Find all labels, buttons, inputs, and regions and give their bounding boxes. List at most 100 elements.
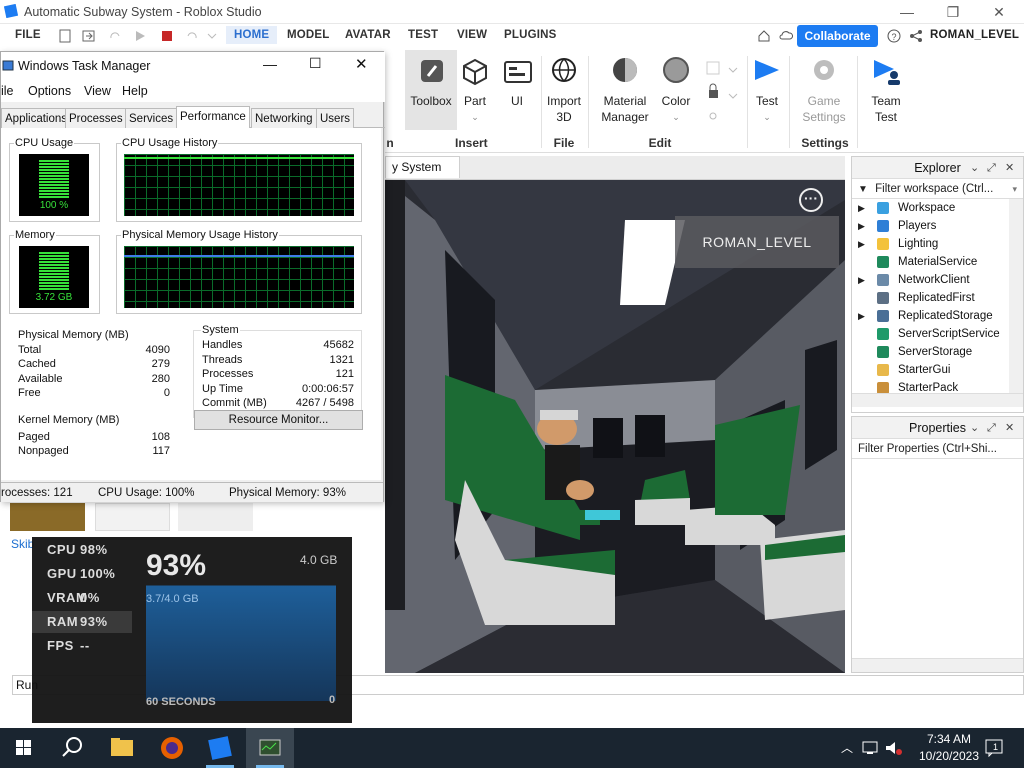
tab-processes[interactable]: Processes [65, 108, 127, 128]
toolbox-thumbnail[interactable] [178, 503, 253, 531]
menu-file[interactable]: ile [1, 84, 14, 98]
properties-filter-input[interactable]: Filter Properties (Ctrl+Shi... [852, 439, 1023, 459]
network-icon[interactable] [862, 740, 880, 756]
menu-help[interactable]: Help [122, 84, 148, 98]
expand-arrow-icon[interactable]: ▶ [858, 235, 865, 253]
stat-label: Commit (MB) [202, 397, 267, 409]
help-icon[interactable]: ? [887, 29, 901, 43]
file-menu[interactable]: FILE [15, 29, 41, 41]
task-manager-menu: ile Options View Help [1, 80, 385, 102]
new-file-icon[interactable] [58, 29, 72, 43]
chevron-down-icon[interactable]: ⌄ [970, 417, 979, 439]
tab-services[interactable]: Services [125, 108, 178, 128]
material-manager-button[interactable]: Material Manager [597, 50, 653, 125]
tab-plugins[interactable]: PLUGINS [504, 29, 557, 41]
explorer-item[interactable]: MaterialService [852, 253, 1009, 271]
maximize-button[interactable]: ☐ [309, 55, 322, 72]
windows-start-icon[interactable] [0, 728, 48, 768]
redo-icon[interactable] [108, 29, 122, 43]
3d-viewport[interactable]: ROMAN_LEVEL ··· [385, 180, 845, 673]
resource-monitor-button[interactable]: Resource Monitor... [194, 410, 363, 430]
open-icon[interactable] [82, 29, 96, 43]
tab-model[interactable]: MODEL [287, 29, 330, 41]
minimize-button[interactable]: — [263, 56, 277, 72]
volume-muted-icon[interactable] [884, 740, 902, 756]
explorer-item[interactable]: ▶ Workspace [852, 199, 1009, 217]
explorer-item[interactable]: ▶ Lighting [852, 235, 1009, 253]
explorer-filter[interactable]: ▼ Filter workspace (Ctrl... ▾ [852, 179, 1023, 199]
tab-applications[interactable]: Applications [1, 108, 72, 128]
toolbox-thumbnail[interactable] [95, 503, 170, 531]
stop-icon[interactable] [160, 29, 174, 43]
explorer-item[interactable]: ▶ Players [852, 217, 1009, 235]
maximize-button[interactable]: ❐ [930, 2, 976, 22]
toolbox-item-label[interactable]: Skib [11, 537, 34, 551]
explorer-item[interactable]: ServerStorage [852, 343, 1009, 361]
explorer-item[interactable]: ▶ NetworkClient [852, 271, 1009, 289]
menu-options[interactable]: Options [28, 84, 71, 98]
service-icon [877, 274, 889, 286]
expand-arrow-icon[interactable]: ▶ [858, 307, 865, 325]
ui-button[interactable]: UI [497, 50, 537, 109]
share-icon[interactable] [909, 29, 923, 43]
close-button[interactable]: ✕ [976, 2, 1022, 22]
import-3d-button[interactable]: Import 3D [543, 50, 585, 125]
explorer-item[interactable]: ServerScriptService [852, 325, 1009, 343]
tab-view[interactable]: VIEW [457, 29, 487, 41]
close-button[interactable]: ✕ [355, 55, 368, 73]
part-button[interactable]: Part ⌄ [455, 50, 495, 125]
toolbox-thumbnail[interactable] [10, 503, 85, 531]
test-button[interactable]: Test ⌄ [749, 50, 785, 125]
tab-home[interactable]: HOME [226, 26, 278, 44]
cloud-icon[interactable] [779, 29, 793, 43]
tray-chevron-icon[interactable]: ︿ [841, 739, 853, 756]
explorer-item[interactable]: ReplicatedFirst [852, 289, 1009, 307]
dropdown-icon[interactable] [205, 29, 219, 43]
close-icon[interactable]: ✕ [1005, 417, 1014, 439]
search-icon[interactable] [48, 728, 96, 768]
tab-performance[interactable]: Performance [176, 106, 250, 129]
team-test-button[interactable]: Team Test [863, 50, 909, 125]
explorer-filter-input[interactable]: Filter workspace (Ctrl... [875, 183, 993, 195]
collaborate-button[interactable]: Collaborate [797, 25, 878, 47]
expand-arrow-icon[interactable]: ▶ [858, 217, 865, 235]
task-manager-title: Windows Task Manager [18, 59, 151, 73]
color-button[interactable]: Color ⌄ [655, 50, 697, 125]
undock-icon[interactable]: ⤢ [987, 417, 996, 439]
home-icon[interactable] [757, 29, 771, 43]
tab-test[interactable]: TEST [408, 29, 438, 41]
file-explorer-icon[interactable] [98, 728, 146, 768]
chevron-down-icon[interactable]: ⌄ [970, 157, 979, 179]
explorer-item[interactable]: ▶ ReplicatedStorage [852, 307, 1009, 325]
horizontal-scrollbar[interactable] [852, 658, 1023, 672]
horizontal-scrollbar[interactable] [852, 393, 1023, 407]
tab-networking[interactable]: Networking [251, 108, 317, 128]
expand-arrow-icon[interactable]: ▶ [858, 271, 865, 289]
username-label[interactable]: ROMAN_LEVEL [930, 29, 1019, 41]
play-icon[interactable] [133, 29, 147, 43]
toolbox-button[interactable]: Toolbox [405, 50, 457, 130]
undock-icon[interactable]: ⤢ [987, 157, 996, 179]
explorer-item[interactable]: StarterPack [852, 379, 1009, 393]
minimize-button[interactable]: — [884, 2, 930, 22]
ribbon-group-settings: Settings [801, 136, 849, 150]
close-icon[interactable]: ✕ [1005, 157, 1014, 179]
document-tab[interactable]: y System ✕ [385, 156, 460, 194]
clock[interactable]: 7:34 AM 10/20/2023 [912, 731, 986, 765]
undo-icon[interactable] [185, 29, 199, 43]
firefox-icon[interactable] [148, 728, 196, 768]
menu-view[interactable]: View [84, 84, 111, 98]
tab-users[interactable]: Users [316, 108, 355, 128]
explorer-item[interactable]: StarterGui [852, 361, 1009, 379]
edit-small-tools-icon[interactable] [705, 60, 739, 130]
game-settings-button[interactable]: Game Settings [795, 50, 853, 125]
expand-arrow-icon[interactable]: ▶ [858, 199, 865, 217]
chevron-down-icon[interactable]: ▾ [1012, 179, 1017, 199]
more-options-icon[interactable]: ··· [799, 188, 823, 212]
tab-avatar[interactable]: AVATAR [345, 29, 391, 41]
ribbon-group-insert: Insert [455, 136, 488, 150]
task-manager-taskbar-icon[interactable] [246, 728, 294, 768]
roblox-studio-taskbar-icon[interactable] [196, 728, 244, 768]
svg-text:?: ? [892, 32, 897, 42]
task-manager-icon [2, 60, 14, 71]
